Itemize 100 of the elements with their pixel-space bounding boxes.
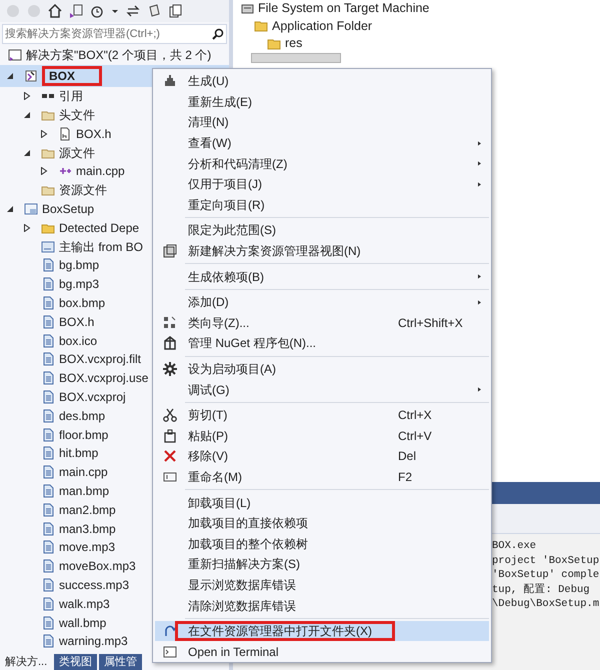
collapsed-arrow-icon[interactable] — [23, 92, 31, 100]
tree-item[interactable]: moveBox.mp3 — [59, 557, 136, 576]
tree-item[interactable]: 资源文件 — [59, 181, 107, 200]
output-line: tup, 配置: Debug — [492, 582, 591, 597]
tree-item[interactable]: BOX.vcxproj — [59, 388, 126, 406]
tree-item[interactable]: bg.bmp — [59, 256, 100, 274]
tree-item[interactable]: BOX.h — [76, 124, 112, 143]
tree-item[interactable]: main.cpp — [76, 162, 125, 180]
menu-item[interactable]: 仅用于项目(J) — [155, 174, 489, 195]
expanded-arrow-icon[interactable] — [6, 72, 14, 80]
tree-item[interactable]: BOX.h — [59, 312, 94, 331]
file-icon — [41, 352, 55, 366]
submenu-arrow-icon — [478, 180, 481, 188]
menu-item[interactable]: 添加(D) — [155, 292, 489, 313]
menu-item[interactable]: 限定为此范围(S) — [155, 220, 489, 241]
tree-item[interactable]: File System on Target Machine — [258, 0, 430, 18]
tree-item[interactable]: 头文件 — [59, 106, 95, 124]
file-icon — [41, 465, 55, 480]
menu-item[interactable]: 类向导(Z)... Ctrl+Shift+X — [155, 312, 489, 334]
file-icon — [41, 277, 55, 292]
expanded-arrow-icon[interactable] — [23, 110, 31, 119]
menu-item[interactable]: 重新扫描解决方案(S) — [155, 554, 489, 575]
tree-item[interactable]: floor.bmp — [59, 426, 108, 444]
file-icon — [41, 634, 55, 648]
package-icon — [163, 336, 177, 350]
collapsed-arrow-icon[interactable] — [40, 130, 48, 138]
expanded-arrow-icon[interactable] — [6, 204, 14, 213]
menu-item[interactable]: 加载项目的整个依赖树 — [155, 533, 489, 554]
menu-item[interactable]: 重定向项目(R) — [155, 194, 489, 216]
menu-item[interactable]: 移除(V) Del — [155, 446, 489, 467]
sync-icon[interactable] — [126, 4, 140, 18]
menu-item[interactable]: 在文件资源管理器中打开文件夹(X) — [155, 620, 489, 642]
tree-item[interactable]: success.mp3 — [59, 576, 130, 594]
tree-item[interactable]: man3.bmp — [59, 520, 116, 538]
menu-item[interactable]: 新建解决方案资源管理器视图(N) — [155, 240, 489, 262]
tree-item[interactable]: Detected Depe — [59, 218, 140, 237]
tree-item[interactable]: warning.mp3 — [59, 632, 128, 650]
menu-item[interactable]: 查看(W) — [155, 132, 489, 154]
menu-item[interactable]: 生成依赖项(B) — [155, 266, 489, 287]
collapsed-arrow-icon[interactable] — [40, 167, 48, 176]
terminal-icon — [163, 644, 177, 659]
menu-item[interactable]: 加载项目的直接依赖项 — [155, 512, 489, 534]
tree-item[interactable]: walk.mp3 — [59, 594, 110, 613]
menu-item[interactable]: 调试(G) — [155, 379, 489, 400]
menu-item[interactable]: 卸载项目(L) — [155, 492, 489, 513]
output-icon — [41, 240, 55, 254]
menu-item[interactable]: 显示浏览数据库错误 — [155, 574, 489, 596]
tree-item[interactable]: BoxSetup — [42, 200, 94, 218]
file-icon — [41, 408, 55, 423]
switch-views-icon[interactable] — [69, 4, 83, 18]
tree-item[interactable]: BOX.vcxproj.filt — [59, 350, 142, 368]
menu-item[interactable]: 分析和代码清理(Z) — [155, 153, 489, 174]
expanded-arrow-icon[interactable] — [23, 148, 31, 157]
window-icon — [163, 244, 177, 258]
submenu-arrow-icon — [478, 273, 481, 280]
tree-item[interactable]: man.bmp — [59, 482, 110, 500]
tree-item[interactable]: 源文件 — [59, 144, 95, 162]
build-icon — [163, 74, 177, 88]
menu-item[interactable]: 剪切(T) Ctrl+X — [155, 404, 489, 426]
tree-item[interactable]: 解决方案"BOX"(2 个项目，共 2 个) — [26, 46, 212, 64]
tree-item[interactable]: BOX — [42, 66, 102, 86]
menu-item[interactable]: 重新生成(E) — [155, 92, 489, 112]
menu-item[interactable]: 设为启动项目(A) — [155, 358, 489, 380]
menu-item[interactable]: 清理(N) — [155, 112, 489, 133]
tree-item[interactable]: wall.bmp — [59, 614, 106, 632]
paste-icon — [163, 428, 177, 443]
gear-icon — [163, 362, 177, 376]
tree-item[interactable]: BOX.vcxproj.use — [59, 369, 148, 388]
panel-tab[interactable]: 属性管 — [99, 654, 142, 670]
menu-item[interactable]: 管理 NuGet 程序包(N)... — [155, 333, 489, 354]
panel-tab[interactable]: 类视图 — [54, 654, 98, 670]
home-icon[interactable] — [48, 4, 62, 18]
tree-item[interactable]: 引用 — [59, 87, 83, 106]
menu-item[interactable]: 清除浏览数据库错误 — [155, 595, 489, 616]
tree-item[interactable]: Application Folder — [272, 16, 372, 36]
search-icon — [212, 28, 224, 40]
tree-item[interactable]: main.cpp — [59, 463, 108, 482]
file-icon — [41, 616, 55, 630]
collapsed-arrow-icon[interactable] — [23, 224, 31, 232]
tree-item[interactable]: bg.mp3 — [59, 275, 100, 294]
tree-item[interactable]: man2.bmp — [59, 500, 116, 519]
tree-item[interactable]: 主输出 from BO — [59, 238, 144, 256]
tree-item[interactable]: des.bmp — [59, 406, 106, 425]
project-icon — [24, 68, 38, 83]
search-field[interactable]: 搜索解决方案资源管理器(Ctrl+;) — [2, 24, 227, 44]
menu-item[interactable]: 粘贴(P) Ctrl+V — [155, 426, 489, 446]
file-icon — [41, 428, 55, 442]
history-icon[interactable] — [90, 4, 104, 18]
menu-item[interactable]: Open in Terminal — [155, 641, 489, 662]
setup-project-icon — [24, 202, 38, 216]
folder-icon — [267, 38, 281, 50]
tree-item[interactable]: res — [285, 34, 302, 54]
tree-item[interactable]: box.ico — [59, 332, 98, 350]
tree-item[interactable]: box.bmp — [59, 294, 106, 312]
menu-item[interactable]: 生成(U) — [155, 71, 489, 92]
tree-item[interactable]: move.mp3 — [59, 538, 116, 556]
tree-item[interactable]: hit.bmp — [59, 444, 98, 462]
pages-icon[interactable] — [147, 4, 161, 18]
menu-item[interactable]: 重命名(M) F2 — [155, 466, 489, 488]
copy-icon[interactable] — [168, 4, 182, 18]
